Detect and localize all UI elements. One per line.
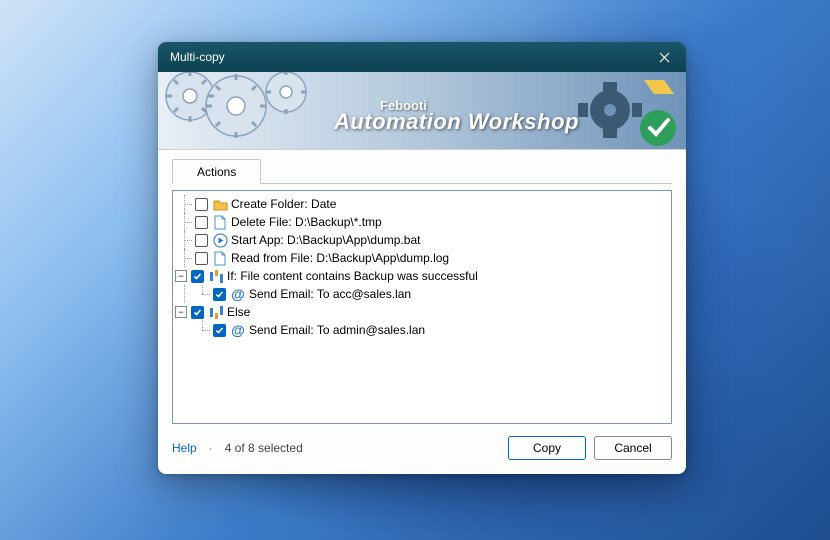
- email-icon: @: [230, 286, 246, 302]
- tree-row[interactable]: @ Send Email: To admin@sales.lan: [175, 321, 669, 339]
- file-icon: [212, 214, 228, 230]
- gears-illustration: [158, 72, 338, 150]
- folder-icon: [212, 196, 228, 212]
- play-icon: [212, 232, 228, 248]
- tree-label: Send Email: To admin@sales.lan: [249, 323, 425, 337]
- close-icon: [659, 52, 670, 63]
- tree-label: Read from File: D:\Backup\App\dump.log: [231, 251, 449, 265]
- tree-label: Else: [227, 305, 250, 319]
- tabstrip: Actions: [172, 158, 672, 184]
- file-icon: [212, 250, 228, 266]
- checkbox[interactable]: [213, 288, 226, 301]
- tab-actions[interactable]: Actions: [172, 159, 261, 184]
- tree-row[interactable]: − Else: [175, 303, 669, 321]
- tree-row[interactable]: Start App: D:\Backup\App\dump.bat: [175, 231, 669, 249]
- tree-row[interactable]: Delete File: D:\Backup\*.tmp: [175, 213, 669, 231]
- selection-status: 4 of 8 selected: [225, 441, 303, 455]
- email-icon: @: [230, 322, 246, 338]
- tree-label: Start App: D:\Backup\App\dump.bat: [231, 233, 420, 247]
- dialog-footer: Help · 4 of 8 selected Copy Cancel: [158, 424, 686, 474]
- multi-copy-dialog: Multi-copy: [158, 42, 686, 474]
- separator: ·: [209, 441, 213, 455]
- checkbox[interactable]: [195, 216, 208, 229]
- checkbox[interactable]: [213, 324, 226, 337]
- tree-expander[interactable]: −: [175, 306, 187, 318]
- checkbox[interactable]: [191, 270, 204, 283]
- checkbox[interactable]: [195, 234, 208, 247]
- copy-button[interactable]: Copy: [508, 436, 586, 460]
- tree-expander[interactable]: −: [175, 270, 187, 282]
- if-branch-icon: [208, 268, 224, 284]
- tree-row[interactable]: @ Send Email: To acc@sales.lan: [175, 285, 669, 303]
- tree-label: Send Email: To acc@sales.lan: [249, 287, 411, 301]
- tree-label: If: File content contains Backup was suc…: [227, 269, 478, 283]
- else-branch-icon: [208, 304, 224, 320]
- tree-row[interactable]: Read from File: D:\Backup\App\dump.log: [175, 249, 669, 267]
- tree-row[interactable]: − If: File content contains Backup was s…: [175, 267, 669, 285]
- tree-row[interactable]: Create Folder: Date: [175, 195, 669, 213]
- cancel-button[interactable]: Cancel: [594, 436, 672, 460]
- tree-label: Create Folder: Date: [231, 197, 336, 211]
- checkbox[interactable]: [195, 252, 208, 265]
- dialog-title: Multi-copy: [170, 50, 642, 64]
- banner: Febooti Automation Workshop: [158, 72, 686, 150]
- actions-tree[interactable]: Create Folder: Date Delete File: D:\Back…: [172, 190, 672, 424]
- checkbox[interactable]: [195, 198, 208, 211]
- close-button[interactable]: [642, 42, 686, 72]
- checkbox[interactable]: [191, 306, 204, 319]
- tree-label: Delete File: D:\Backup\*.tmp: [231, 215, 382, 229]
- titlebar[interactable]: Multi-copy: [158, 42, 686, 72]
- help-link[interactable]: Help: [172, 441, 197, 455]
- banner-product: Automation Workshop: [334, 109, 579, 135]
